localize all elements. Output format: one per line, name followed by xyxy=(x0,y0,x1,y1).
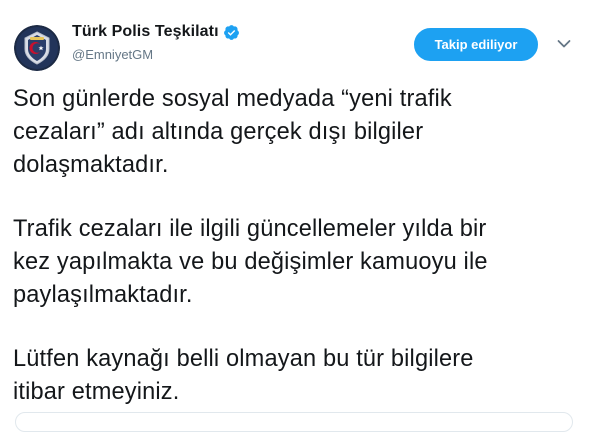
verified-badge-icon xyxy=(223,24,240,41)
tweet-paragraph: Son günlerde sosyal medyada “yeni trafik… xyxy=(13,86,452,178)
more-options-button[interactable] xyxy=(556,38,572,50)
name-row: Türk Polis Teşkilatı xyxy=(72,21,240,43)
avatar[interactable] xyxy=(14,25,60,71)
user-info: Türk Polis Teşkilatı @EmniyetGM xyxy=(72,21,240,62)
tweet-text: Son günlerde sosyal medyada “yeni trafik… xyxy=(13,83,583,409)
police-emblem-icon xyxy=(14,25,60,71)
embedded-card[interactable] xyxy=(15,412,573,432)
tweet-paragraph: Lütfen kaynağı belli olmayan bu tür bilg… xyxy=(13,346,474,405)
tweet: Türk Polis Teşkilatı @EmniyetGM Takip ed… xyxy=(0,0,592,432)
tweet-paragraph: Trafik cezaları ile ilgili güncellemeler… xyxy=(13,216,488,308)
display-name[interactable]: Türk Polis Teşkilatı xyxy=(72,23,219,41)
following-button[interactable]: Takip ediliyor xyxy=(414,28,538,61)
user-handle[interactable]: @EmniyetGM xyxy=(72,47,240,62)
chevron-down-icon xyxy=(557,40,571,48)
